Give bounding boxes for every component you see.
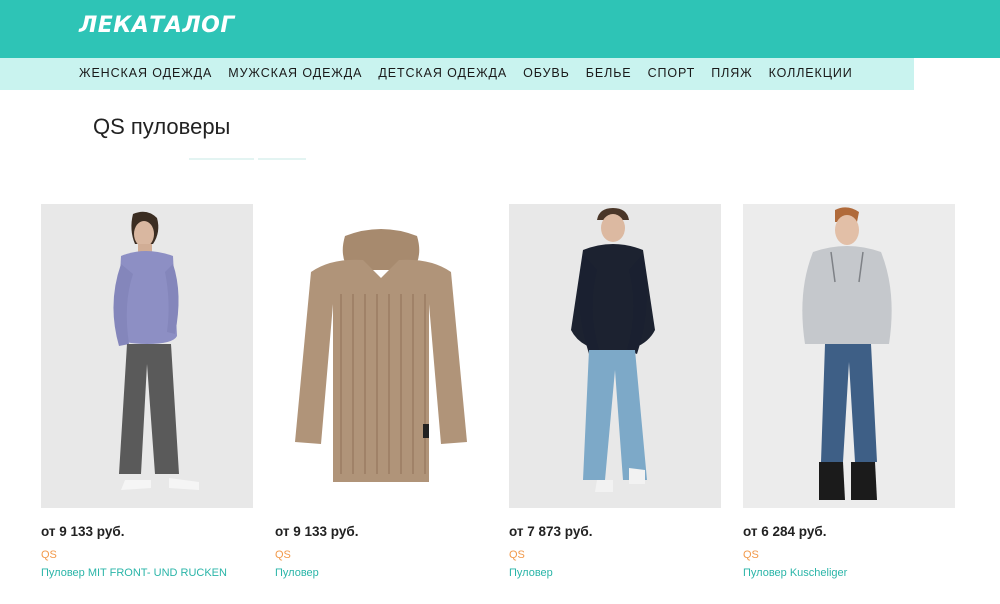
nav-item-kids[interactable]: ДЕТСКАЯ ОДЕЖДА	[378, 66, 507, 80]
product-name[interactable]: Пуловер MIT FRONT- UND RUCKEN	[41, 567, 227, 579]
nav-bar-gap	[914, 58, 1000, 90]
product-name[interactable]: Пуловер Kuscheliger	[743, 567, 847, 579]
product-name[interactable]: Пуловер	[509, 567, 553, 579]
filter-tab-1[interactable]	[189, 158, 254, 160]
product-image[interactable]	[743, 204, 955, 508]
nav-item-women[interactable]: ЖЕНСКАЯ ОДЕЖДА	[79, 66, 212, 80]
man-lavender-hoodie-photo	[41, 204, 253, 508]
site-logo[interactable]: ЛЕКАТАЛОГ	[79, 13, 235, 38]
product-brand[interactable]: QS	[509, 549, 525, 561]
product-name[interactable]: Пуловер	[275, 567, 319, 579]
category-nav: ЖЕНСКАЯ ОДЕЖДА МУЖСКАЯ ОДЕЖДА ДЕТСКАЯ ОД…	[79, 66, 869, 80]
man-grey-hoodie-photo	[743, 204, 955, 508]
nav-item-beach[interactable]: ПЛЯЖ	[711, 66, 752, 80]
product-price: от 9 133 руб.	[41, 524, 125, 539]
product-image[interactable]	[275, 204, 487, 508]
product-price: от 7 873 руб.	[509, 524, 593, 539]
beige-knit-hoodie-photo	[275, 204, 487, 508]
product-card[interactable]: от 9 133 руб. QS Пуловер	[275, 204, 487, 579]
product-brand[interactable]: QS	[275, 549, 291, 561]
nav-item-collections[interactable]: КОЛЛЕКЦИИ	[769, 66, 853, 80]
product-price: от 9 133 руб.	[275, 524, 359, 539]
product-card[interactable]: от 6 284 руб. QS Пуловер Kuscheliger	[743, 204, 955, 579]
filter-tab-2[interactable]	[258, 158, 306, 160]
nav-item-shoes[interactable]: ОБУВЬ	[523, 66, 570, 80]
product-card[interactable]: от 9 133 руб. QS Пуловер MIT FRONT- UND …	[41, 204, 253, 579]
product-card[interactable]: от 7 873 руб. QS Пуловер	[509, 204, 721, 579]
man-navy-hoodie-photo	[509, 204, 721, 508]
product-image[interactable]	[41, 204, 253, 508]
nav-item-sport[interactable]: СПОРТ	[648, 66, 696, 80]
nav-item-men[interactable]: МУЖСКАЯ ОДЕЖДА	[228, 66, 362, 80]
page-title: QS пуловеры	[93, 114, 231, 139]
product-image[interactable]	[509, 204, 721, 508]
product-brand[interactable]: QS	[41, 549, 57, 561]
nav-item-underwear[interactable]: БЕЛЬЕ	[586, 66, 632, 80]
product-price: от 6 284 руб.	[743, 524, 827, 539]
product-brand[interactable]: QS	[743, 549, 759, 561]
